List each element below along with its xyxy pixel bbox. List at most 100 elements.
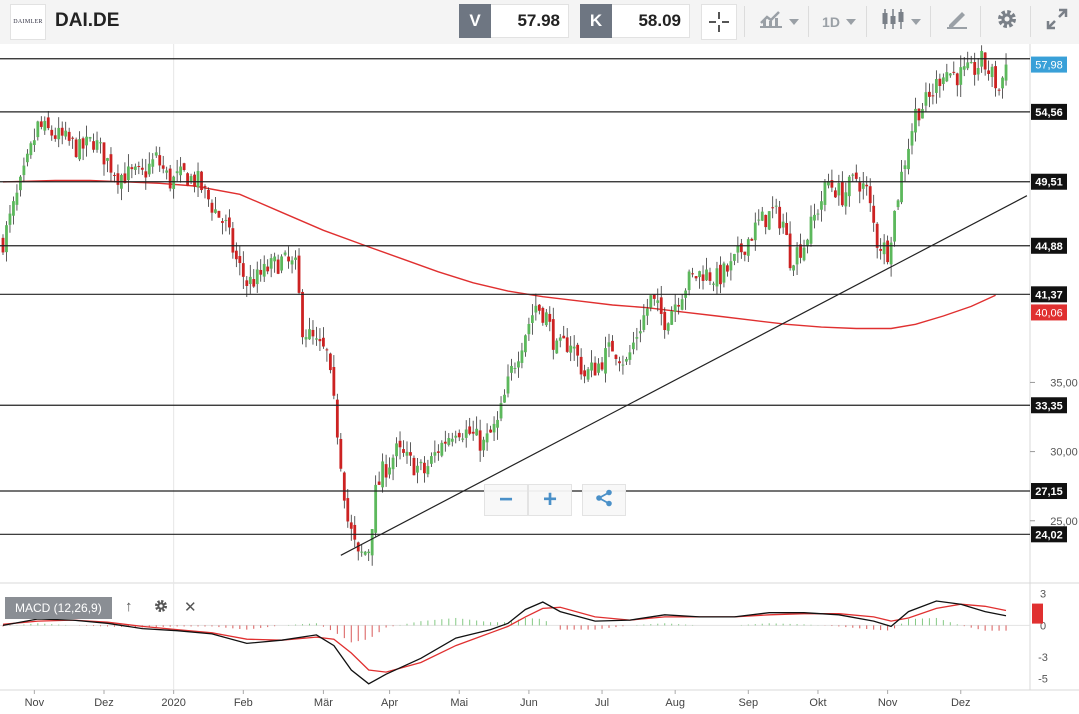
indicator-button[interactable] bbox=[756, 0, 802, 43]
zoom-out-button[interactable]: − bbox=[484, 484, 528, 516]
candle-body bbox=[645, 308, 649, 316]
candle-body bbox=[732, 253, 736, 261]
level-badge-label: 44,88 bbox=[1035, 241, 1063, 253]
ask-label: K bbox=[580, 4, 612, 38]
candle-body bbox=[234, 250, 238, 260]
candle-body bbox=[962, 66, 966, 70]
candle-body bbox=[339, 438, 343, 469]
candle-body bbox=[290, 260, 294, 265]
candle-body bbox=[248, 276, 252, 285]
settings-button[interactable] bbox=[990, 0, 1024, 43]
candle-body bbox=[583, 370, 587, 377]
candle-body bbox=[530, 315, 534, 323]
fullscreen-icon bbox=[1046, 8, 1068, 35]
candle-body bbox=[419, 461, 423, 464]
candle-body bbox=[36, 121, 40, 138]
candle-body bbox=[638, 331, 642, 334]
candle-body bbox=[750, 238, 754, 241]
candle-body bbox=[527, 323, 531, 335]
candle-body bbox=[363, 551, 367, 555]
candle-body bbox=[113, 174, 116, 176]
ticker-symbol: DAI.DE bbox=[55, 10, 120, 31]
level-badge-label: 49,51 bbox=[1035, 177, 1063, 189]
candle-body bbox=[147, 163, 151, 175]
candle-body bbox=[879, 248, 883, 251]
candle-body bbox=[760, 211, 764, 221]
candle-body bbox=[429, 456, 433, 464]
candle-body bbox=[492, 423, 496, 433]
chart-type-button[interactable] bbox=[878, 0, 924, 43]
candle-body bbox=[833, 190, 837, 198]
arrow-up-icon[interactable]: ↑ bbox=[125, 598, 133, 615]
candle-body bbox=[820, 201, 823, 210]
candle-body bbox=[207, 189, 210, 200]
candle-body bbox=[736, 245, 740, 253]
candle-body bbox=[409, 452, 412, 456]
candle-body bbox=[297, 255, 301, 293]
macd-indicator-label[interactable]: MACD (12,26,9) bbox=[5, 597, 112, 619]
candle-body bbox=[168, 168, 172, 189]
candle-body bbox=[691, 273, 694, 275]
candle-body bbox=[875, 223, 879, 248]
candle-body bbox=[938, 78, 942, 86]
candle-body bbox=[858, 182, 862, 192]
candle-body bbox=[854, 172, 858, 179]
candle-body bbox=[907, 148, 910, 170]
candle-body bbox=[308, 329, 311, 340]
candle-body bbox=[823, 182, 827, 205]
fullscreen-button[interactable] bbox=[1040, 0, 1074, 43]
candle-body bbox=[987, 70, 991, 74]
candle-body bbox=[60, 127, 64, 136]
candle-body bbox=[402, 449, 405, 453]
candle-body bbox=[186, 173, 189, 186]
candle-body bbox=[746, 239, 750, 256]
close-icon[interactable]: ✕ bbox=[184, 598, 197, 616]
candle-body bbox=[29, 143, 33, 156]
zoom-in-button[interactable]: + bbox=[528, 484, 572, 516]
candle-body bbox=[8, 213, 12, 225]
candle-body bbox=[454, 435, 458, 438]
drawing-pen-icon bbox=[945, 8, 969, 35]
gear-icon bbox=[995, 7, 1019, 36]
candle-body bbox=[802, 247, 806, 261]
timeframe-button[interactable]: 1D bbox=[818, 0, 860, 43]
x-tick-label: Apr bbox=[381, 697, 398, 709]
toolbar-separator bbox=[866, 6, 867, 37]
drawing-tools-button[interactable] bbox=[940, 0, 974, 43]
candle-body bbox=[346, 498, 350, 522]
candle-body bbox=[161, 165, 165, 169]
macd-tick-label: 3 bbox=[1040, 589, 1046, 601]
x-tick-label: Dez bbox=[951, 697, 971, 709]
candle-body bbox=[109, 154, 113, 173]
candle-body bbox=[537, 304, 541, 311]
gear-icon[interactable] bbox=[153, 598, 169, 618]
crosshair-button[interactable] bbox=[700, 0, 738, 43]
candle-body bbox=[259, 269, 263, 275]
candle-body bbox=[510, 365, 513, 373]
company-logo: DAIMLER bbox=[10, 4, 46, 40]
candle-body bbox=[840, 182, 844, 206]
candle-body bbox=[931, 95, 935, 97]
chevron-down-icon bbox=[845, 18, 856, 25]
share-button[interactable] bbox=[582, 484, 626, 516]
candle-body bbox=[513, 368, 517, 370]
candle-body bbox=[565, 337, 569, 352]
candle-body bbox=[872, 205, 876, 223]
candle-body bbox=[457, 432, 461, 438]
candle-body bbox=[144, 171, 148, 178]
candle-body bbox=[395, 443, 398, 457]
candle-body bbox=[468, 426, 472, 434]
candle-body bbox=[227, 217, 231, 228]
candle-body bbox=[126, 166, 130, 181]
chevron-down-icon bbox=[911, 18, 921, 25]
candle-body bbox=[544, 312, 548, 326]
toolbar-separator bbox=[1030, 6, 1031, 37]
toolbar-separator bbox=[980, 6, 981, 37]
x-tick-label: Aug bbox=[665, 697, 685, 709]
candle-body bbox=[837, 183, 841, 196]
level-badge-label: 27,15 bbox=[1035, 486, 1063, 498]
candle-body bbox=[133, 166, 137, 170]
candle-body bbox=[600, 362, 604, 370]
candle-body bbox=[95, 140, 99, 150]
candle-body bbox=[921, 109, 924, 119]
